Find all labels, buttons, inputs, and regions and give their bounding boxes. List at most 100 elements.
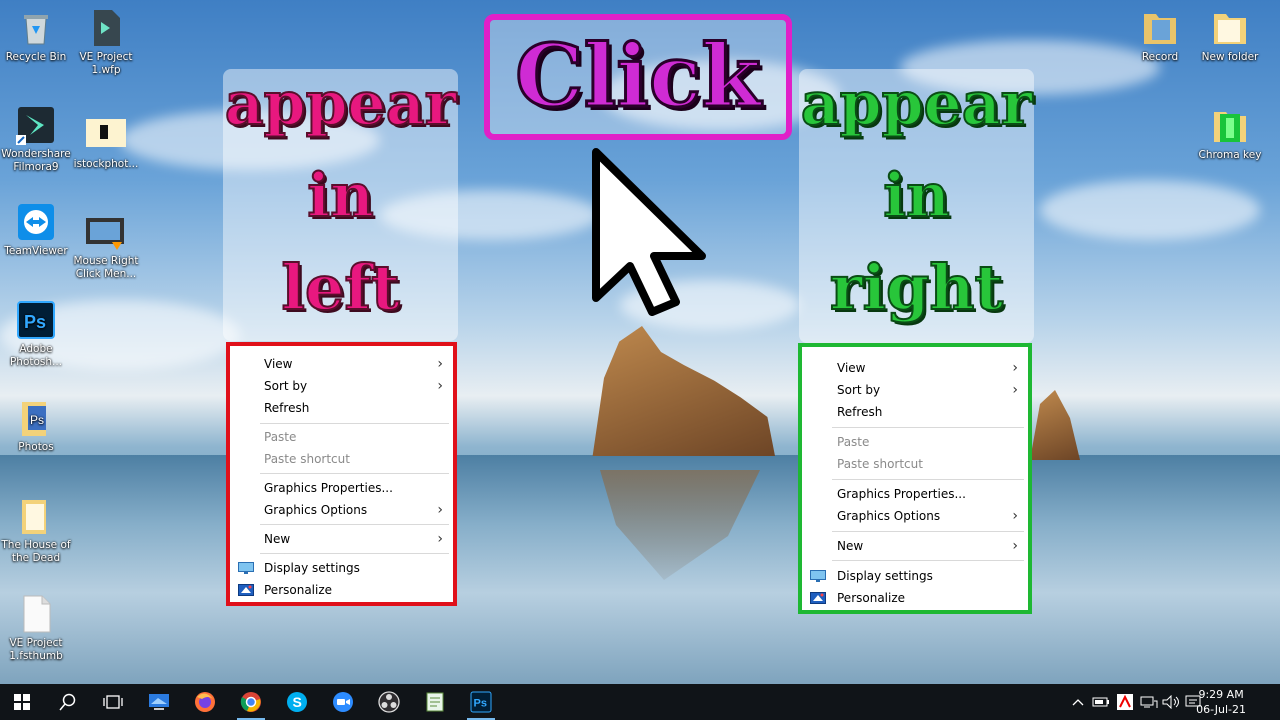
- battery-icon[interactable]: [1090, 684, 1112, 720]
- folder-icon: [1210, 106, 1250, 146]
- icon-label: Wondershare Filmora9: [1, 148, 71, 173]
- menu-item-personalize[interactable]: Personalize: [802, 588, 1028, 608]
- icon-label: VE Project 1.fsthumb: [9, 637, 63, 662]
- icon-label: Recycle Bin: [5, 51, 67, 63]
- overlay-right-line-2: in: [882, 160, 950, 232]
- overlay-left-panel: appear in left: [223, 68, 458, 341]
- chevron-right-icon: ›: [1012, 508, 1018, 524]
- desktop-icon-filmora[interactable]: Wondershare Filmora9: [0, 105, 72, 174]
- menu-item-view[interactable]: View ›: [802, 358, 1028, 378]
- taskbar: S Ps 9:29 AM 06-Jul-21: [0, 684, 1280, 720]
- icon-label: Chroma key: [1198, 149, 1262, 161]
- svg-text:Ps: Ps: [30, 413, 44, 427]
- menu-item-new[interactable]: New ›: [230, 529, 453, 549]
- overlay-left-line-3: left: [280, 250, 400, 325]
- icon-label: The House of the Dead: [1, 539, 71, 564]
- chevron-right-icon: ›: [1012, 382, 1018, 398]
- obs-icon[interactable]: [367, 684, 411, 720]
- task-view-icon[interactable]: [91, 684, 135, 720]
- icon-label: Mouse Right Click Men...: [73, 255, 139, 280]
- mouse-cursor-icon: [592, 148, 706, 316]
- desktop-icon-photos[interactable]: Ps Photos: [0, 398, 72, 454]
- overlay-left-line-2: in: [306, 160, 374, 232]
- menu-item-refresh[interactable]: Refresh: [802, 402, 1028, 422]
- context-menu-left: View › Sort by › Refresh Paste Paste short…: [226, 342, 457, 606]
- menu-item-view[interactable]: View ›: [230, 354, 453, 374]
- menu-item-graphics-properties[interactable]: Graphics Properties...: [230, 478, 453, 498]
- image-file-icon: [86, 115, 126, 155]
- overlay-right-line-1: appear: [800, 68, 1033, 140]
- chrome-icon[interactable]: [229, 684, 273, 720]
- volume-icon[interactable]: [1160, 684, 1182, 720]
- menu-item-sort-by[interactable]: Sort by ›: [802, 380, 1028, 400]
- firefox-icon[interactable]: [183, 684, 227, 720]
- photoshop-icon[interactable]: Ps: [459, 684, 503, 720]
- taskbar-clock[interactable]: 9:29 AM 06-Jul-21: [1196, 687, 1246, 717]
- menu-item-personalize[interactable]: Personalize: [230, 580, 453, 600]
- wifi-icon[interactable]: [1138, 684, 1160, 720]
- personalize-icon: [810, 592, 826, 604]
- menu-item-graphics-options[interactable]: Graphics Options ›: [230, 500, 453, 520]
- chevron-right-icon: ›: [437, 502, 443, 518]
- chevron-right-icon: ›: [437, 531, 443, 547]
- adobe-icon[interactable]: [1114, 684, 1136, 720]
- teamviewer-icon: [16, 202, 56, 242]
- desktop-icon-ve-project-fsthumb[interactable]: VE Project 1.fsthumb: [0, 594, 72, 663]
- video-file-icon: [86, 212, 126, 252]
- chevron-right-icon: ›: [1012, 538, 1018, 554]
- chevron-right-icon: ›: [1012, 360, 1018, 376]
- folder-icon: [16, 496, 56, 536]
- display-settings-icon: [238, 562, 254, 574]
- file-icon: [16, 594, 56, 634]
- click-title: Click: [514, 25, 763, 129]
- overlay-left-line-1: appear: [224, 68, 457, 140]
- desktop-icon-ve-project-wfp[interactable]: VE Project 1.wfp: [70, 8, 142, 77]
- menu-item-graphics-options[interactable]: Graphics Options ›: [802, 506, 1028, 526]
- menu-separator: [832, 427, 1024, 428]
- menu-item-sort-by[interactable]: Sort by ›: [230, 376, 453, 396]
- menu-separator: [832, 479, 1024, 480]
- search-icon[interactable]: [46, 684, 90, 720]
- desktop-icon-mouse-right-click-video[interactable]: Mouse Right Click Men...: [70, 212, 142, 281]
- menu-separator: [260, 524, 449, 525]
- svg-text:S: S: [293, 694, 302, 710]
- desktop-icon-istockphoto[interactable]: istockphot...: [70, 115, 142, 171]
- icon-label: VE Project 1.wfp: [79, 51, 133, 76]
- clock-time: 9:29 AM: [1198, 688, 1244, 701]
- chevron-right-icon: ›: [437, 378, 443, 394]
- icon-label: Photos: [18, 441, 54, 453]
- desktop-icon-new-folder[interactable]: New folder: [1194, 8, 1266, 64]
- desktop-icon-teamviewer[interactable]: TeamViewer: [0, 202, 72, 258]
- menu-separator: [260, 553, 449, 554]
- menu-item-paste: Paste: [264, 430, 297, 444]
- menu-item-display-settings[interactable]: Display settings: [230, 558, 453, 578]
- menu-item-paste-shortcut: Paste shortcut: [837, 457, 923, 471]
- file-icon: [86, 8, 126, 48]
- photoshop-icon: Ps: [16, 300, 56, 340]
- folder-icon: [1140, 8, 1180, 48]
- menu-item-graphics-properties[interactable]: Graphics Properties...: [802, 484, 1028, 504]
- desktop-app-icon[interactable]: [137, 684, 181, 720]
- desktop-icon-house-of-the-dead[interactable]: The House of the Dead: [0, 496, 72, 565]
- desktop-icon-photoshop[interactable]: Ps Adobe Photosh...: [0, 300, 72, 369]
- desktop-icon-recycle-bin[interactable]: Recycle Bin: [0, 8, 72, 64]
- desktop-icon-chroma-key[interactable]: Chroma key: [1194, 106, 1266, 162]
- display-settings-icon: [810, 570, 826, 582]
- zoom-icon[interactable]: [321, 684, 365, 720]
- windows-start-icon[interactable]: [0, 684, 44, 720]
- chevron-up-icon[interactable]: [1068, 684, 1088, 720]
- context-menu-right: View › Sort by › Refresh Paste Paste short…: [798, 343, 1032, 614]
- skype-icon[interactable]: S: [275, 684, 319, 720]
- overlay-right-panel: appear in right: [799, 68, 1034, 343]
- folder-icon: [1210, 8, 1250, 48]
- menu-item-paste: Paste: [837, 435, 870, 449]
- desktop-icon-record[interactable]: Record: [1124, 8, 1196, 64]
- icon-label: istockphot...: [73, 158, 139, 170]
- menu-item-display-settings[interactable]: Display settings: [802, 566, 1028, 586]
- svg-text:Ps: Ps: [474, 698, 487, 710]
- menu-separator: [832, 531, 1024, 532]
- menu-item-refresh[interactable]: Refresh: [230, 398, 453, 418]
- notepad-icon[interactable]: [413, 684, 457, 720]
- icon-label: TeamViewer: [4, 245, 68, 257]
- menu-item-new[interactable]: New ›: [802, 536, 1028, 556]
